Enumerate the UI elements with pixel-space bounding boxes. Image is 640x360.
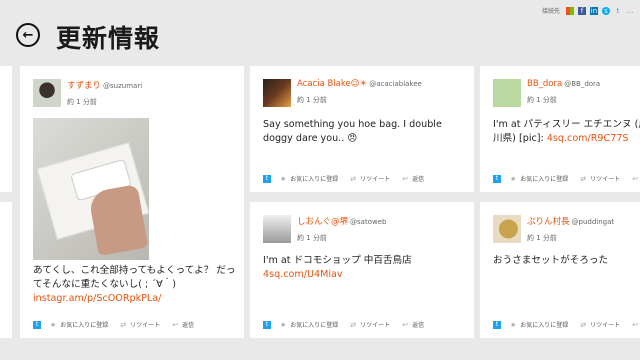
favorite-button[interactable]: ★ お気に入りに登録 bbox=[280, 320, 338, 330]
twitter-icon: t bbox=[33, 320, 41, 329]
user-name[interactable]: Acacia Blake☺☀ bbox=[297, 79, 367, 89]
favorite-button[interactable]: ★ お気に入りに登録 bbox=[510, 320, 568, 330]
tweet-card[interactable]: すずまり @suzumari 約 1 分前 あてくし、これ全部持ってもよくってよ？… bbox=[20, 66, 244, 338]
tweet-actions: t ★お気に入りに登録 ⇄リツイート ↩返信 bbox=[493, 174, 640, 183]
tweet-card[interactable]: Acacia Blake☺☀ @acaciablakee 約 1 分前 Say s… bbox=[250, 66, 474, 192]
reply-icon: ↩ bbox=[402, 320, 409, 329]
tweet-card[interactable]: BB_dora @BB_dora 約 1 分前 I'm at パティスリー エチエ… bbox=[480, 66, 640, 192]
reply-icon: ↩ bbox=[632, 174, 639, 183]
reply-icon: ↩ bbox=[632, 320, 639, 329]
page-title: 更新情報 bbox=[56, 24, 161, 53]
star-icon: ★ bbox=[510, 320, 517, 329]
tweet-card[interactable]: ぷりん村長 @puddingat 約 1 分前 おうさまセットがそろった t ★ お… bbox=[480, 202, 640, 338]
twitter-icon[interactable]: t bbox=[614, 7, 622, 15]
star-icon: ★ bbox=[280, 320, 287, 329]
tweet-actions: t ★お気に入りに登録 ⇄リツイート ↩返信 bbox=[263, 174, 436, 183]
user-handle: @BB_dora bbox=[564, 80, 601, 88]
star-icon: ★ bbox=[280, 174, 287, 183]
user-name[interactable]: すずまり bbox=[67, 81, 101, 91]
tweet-actions: t ★お気に入りに登録 ⇄リツイート ↩返信 bbox=[493, 320, 640, 329]
timestamp: 約 1 分前 bbox=[527, 234, 557, 242]
star-icon: ★ bbox=[50, 320, 57, 329]
avatar[interactable] bbox=[493, 215, 521, 243]
facebook-icon[interactable]: f bbox=[578, 6, 586, 15]
tweet-link[interactable]: instagr.am/p/ScOORpkPLa/ bbox=[33, 293, 161, 304]
favorite-button[interactable]: ★ お気に入りに登録 bbox=[50, 320, 108, 330]
tweet-text: あてくし、これ全部持ってもよくってよ？ だってそんなに重たくないし( ; ´∀｀… bbox=[33, 265, 236, 290]
avatar[interactable] bbox=[263, 79, 291, 107]
twitter-icon: t bbox=[493, 174, 501, 183]
reply-button[interactable]: ↩返信 bbox=[402, 174, 424, 184]
reply-icon: ↩ bbox=[172, 320, 179, 329]
tweet-text: おうさまセットがそろった bbox=[493, 255, 609, 266]
tweet-text: Say something you hoe bag. I double dogg… bbox=[263, 119, 442, 144]
retweet-icon: ⇄ bbox=[120, 320, 127, 329]
favorite-button[interactable]: ★ お気に入りに登録 bbox=[280, 174, 338, 184]
connections-label: 接続先 bbox=[541, 8, 560, 15]
reply-button[interactable]: ↩返信 bbox=[632, 174, 640, 183]
timestamp: 約 1 分前 bbox=[67, 98, 97, 106]
favorite-button[interactable]: ★ お気に入りに登録 bbox=[510, 174, 568, 184]
connections-bar: 接続先 f in s t … bbox=[542, 6, 634, 15]
skype-icon[interactable]: s bbox=[602, 6, 610, 15]
user-handle: @suzumari bbox=[103, 82, 143, 90]
tweet-actions: t ★お気に入りに登録 ⇄リツイート ↩返信 bbox=[33, 320, 206, 329]
avatar[interactable] bbox=[493, 79, 521, 107]
retweet-icon: ⇄ bbox=[580, 174, 587, 183]
twitter-icon: t bbox=[263, 174, 271, 183]
retweet-button[interactable]: ⇄ リツイート bbox=[580, 320, 620, 330]
back-arrow-icon: ← bbox=[22, 27, 34, 43]
user-handle: @puddingat bbox=[571, 218, 615, 226]
reply-button[interactable]: ↩返信 bbox=[172, 320, 194, 330]
partial-card-left-top[interactable] bbox=[0, 66, 12, 192]
timestamp: 約 1 分前 bbox=[297, 96, 327, 104]
retweet-icon: ⇄ bbox=[350, 174, 357, 183]
retweet-icon: ⇄ bbox=[350, 320, 357, 329]
microsoft-icon[interactable] bbox=[566, 6, 574, 15]
reply-button[interactable]: ↩返信 bbox=[402, 320, 424, 330]
retweet-button[interactable]: ⇄ リツイート bbox=[120, 320, 160, 330]
retweet-button[interactable]: ⇄ リツイート bbox=[350, 174, 390, 184]
tweet-text: I'm at ドコモショップ 中百舌鳥店 bbox=[263, 255, 412, 266]
user-handle: @satoweb bbox=[350, 218, 387, 226]
timestamp: 約 1 分前 bbox=[527, 96, 557, 104]
twitter-icon: t bbox=[263, 320, 271, 329]
retweet-icon: ⇄ bbox=[580, 320, 587, 329]
user-handle: @acaciablakee bbox=[369, 80, 422, 88]
timestamp: 約 1 分前 bbox=[297, 234, 327, 242]
twitter-icon: t bbox=[493, 320, 501, 329]
partial-card-left-bottom[interactable] bbox=[0, 202, 12, 338]
tweet-link[interactable]: 4sq.com/U4Miav bbox=[263, 269, 343, 280]
retweet-button[interactable]: ⇄ リツイート bbox=[350, 320, 390, 330]
user-name[interactable]: BB_dora bbox=[527, 79, 562, 89]
avatar[interactable] bbox=[263, 215, 291, 243]
reply-button[interactable]: ↩返信 bbox=[632, 320, 640, 329]
more-icon[interactable]: … bbox=[626, 7, 634, 15]
user-name[interactable]: ぷりん村長 bbox=[527, 217, 570, 227]
linkedin-icon[interactable]: in bbox=[590, 6, 598, 15]
user-name[interactable]: しおんぐ@堺 bbox=[297, 217, 348, 227]
back-button[interactable]: ← bbox=[16, 23, 40, 47]
avatar[interactable] bbox=[33, 79, 61, 107]
tweet-actions: t ★お気に入りに登録 ⇄リツイート ↩返信 bbox=[263, 320, 436, 329]
reply-icon: ↩ bbox=[402, 174, 409, 183]
retweet-button[interactable]: ⇄ リツイート bbox=[580, 174, 620, 184]
tweet-link[interactable]: 4sq.com/R9C77S bbox=[547, 133, 629, 144]
star-icon: ★ bbox=[510, 174, 517, 183]
tweet-card[interactable]: しおんぐ@堺 @satoweb 約 1 分前 I'm at ドコモショップ 中百舌… bbox=[250, 202, 474, 338]
tweet-photo[interactable] bbox=[33, 118, 149, 260]
